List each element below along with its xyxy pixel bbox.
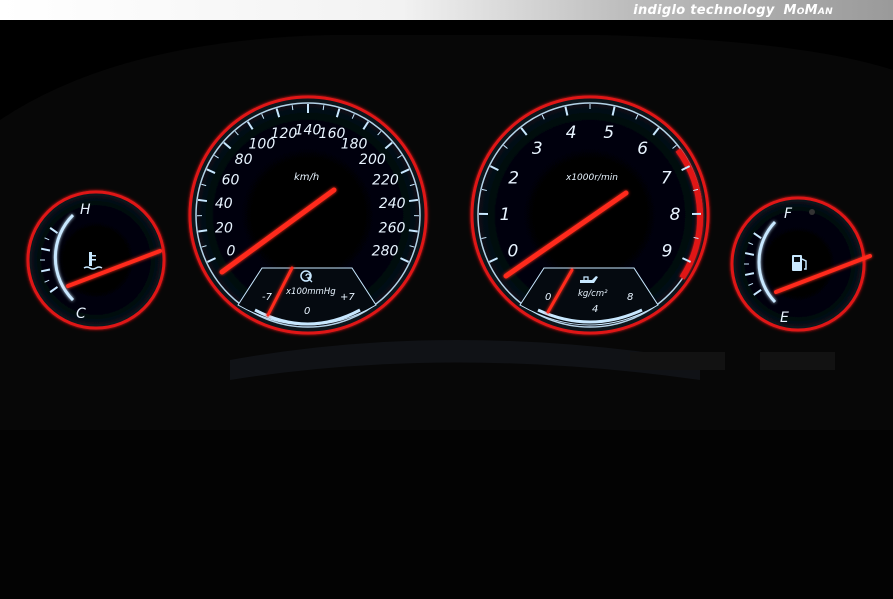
dial-tick-label: 4 [566, 123, 577, 143]
dial-tick-label: 280 [372, 244, 399, 260]
temp-hot-label: H [80, 202, 91, 218]
fuel-empty-label: E [780, 310, 789, 326]
dial-tick-label: 180 [341, 136, 368, 152]
warning-lamp-cluster-left [630, 352, 725, 370]
boost-mid-label: 0 [304, 306, 310, 317]
oil-min-label: 0 [545, 292, 551, 303]
boost-unit-label: x100mmHg [285, 287, 336, 297]
dial-tick-label: 220 [372, 173, 399, 189]
tach-unit-label: x1000r/min [565, 173, 618, 183]
dial-tick [198, 229, 208, 233]
dial-tick-label: 120 [271, 126, 298, 142]
boost-max-label: +7 [340, 292, 355, 303]
dial-tick-label: 0 [508, 242, 519, 262]
dial-tick [197, 198, 208, 203]
dial-tick-label: 200 [359, 152, 386, 168]
dial-tick-label: 9 [662, 242, 673, 262]
fuel-warning-lamp [809, 209, 815, 215]
dial-tick-label: 2 [508, 168, 519, 188]
boost-min-label: -7 [262, 292, 273, 303]
oil-max-label: 8 [627, 292, 633, 303]
dial-tick [322, 105, 325, 111]
warning-lamp-cluster-right [760, 352, 835, 370]
dial-tick-label: 1 [500, 205, 511, 225]
oil-unit-label: kg/cm² [578, 289, 608, 299]
dial-tick-label: 80 [235, 152, 253, 168]
dial-tick-label: 20 [215, 220, 233, 236]
dial-tick-label: 40 [215, 196, 233, 212]
speedometer: 020406080100120140160180200220240260280 … [188, 95, 428, 335]
dial-tick [408, 198, 419, 203]
temp-cold-label: C [76, 306, 86, 322]
instrument-cluster: H C 020406080100120140160180200220240260… [0, 35, 893, 599]
speed-unit-label: km/h [294, 172, 319, 183]
fuel-full-label: F [784, 206, 793, 222]
dial-tick-label: 240 [379, 196, 406, 212]
dial-tick-label: 8 [670, 205, 681, 225]
dial-tick-label: 0 [227, 244, 236, 260]
dial-tick [291, 105, 294, 111]
oil-mid-label: 4 [592, 304, 598, 315]
banner-brand: MoMan [783, 3, 833, 18]
banner-tagline: indiglo technology [633, 3, 775, 18]
temperature-gauge: H C [26, 190, 166, 330]
tachometer: 01234 56789 x1000r/min kg/cm² 0 4 8 [470, 95, 710, 335]
dial-tick-label: 260 [379, 220, 406, 236]
dial-tick [408, 229, 418, 233]
dial-tick-label: 5 [603, 123, 614, 143]
instrument-cluster-photo: H C 0 20 40 60 80 100 120 140 160 180 200 220 240 260… [0, 20, 893, 599]
dial-tick-label: 60 [222, 173, 240, 189]
dial-tick-label: 3 [532, 139, 543, 159]
top-banner: indiglo technology MoMan [0, 0, 893, 20]
banner-caption: indiglo technology MoMan [633, 3, 833, 18]
dial-tick-label: 6 [637, 139, 648, 159]
dial-tick-label: 140 [295, 123, 322, 139]
dial-tick-label: 7 [661, 168, 672, 188]
